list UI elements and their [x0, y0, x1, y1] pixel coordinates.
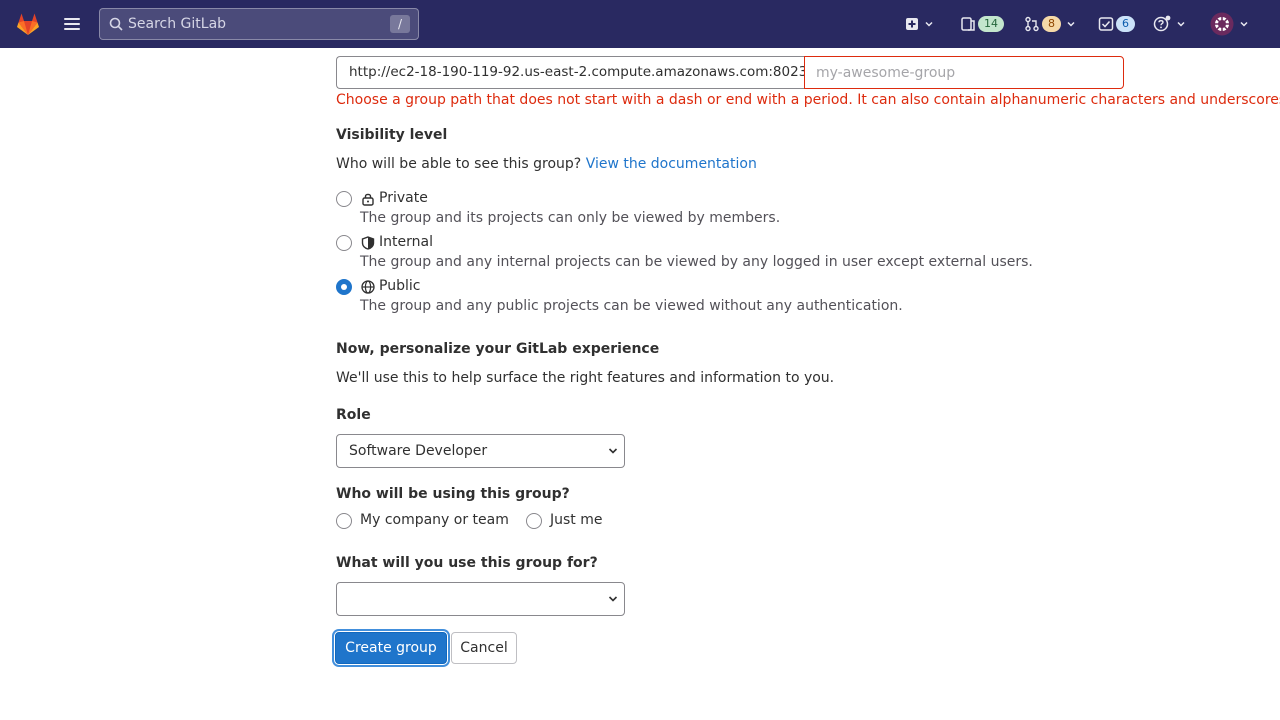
- plus-square-icon: [906, 18, 918, 30]
- avatar: [1210, 12, 1234, 36]
- group-path-error: Choose a group path that does not start …: [336, 92, 1280, 108]
- chevron-down-icon: [608, 596, 618, 602]
- usage-company-radio[interactable]: [336, 513, 352, 529]
- visibility-public-label: Public: [379, 278, 421, 294]
- visibility-public-description: The group and any public projects can be…: [360, 298, 903, 314]
- visibility-question-text: Who will be able to see this group?: [336, 156, 582, 172]
- purpose-label: What will you use this group for?: [336, 555, 598, 571]
- issues-count-badge: 14: [978, 16, 1004, 32]
- search-icon: [109, 17, 123, 31]
- view-documentation-link[interactable]: View the documentation: [586, 156, 757, 172]
- merge-request-icon: [1025, 16, 1039, 32]
- search-placeholder: Search GitLab: [128, 16, 227, 32]
- help-icon: [1153, 15, 1171, 32]
- top-navbar: Search GitLab / 14 8 6: [0, 0, 1280, 48]
- chevron-down-icon: [1067, 21, 1075, 27]
- merge-requests-nav[interactable]: 8: [1024, 12, 1076, 36]
- lock-icon: [362, 193, 374, 206]
- merge-requests-count-badge: 8: [1042, 16, 1061, 32]
- visibility-private-description: The group and its projects can only be v…: [360, 210, 781, 226]
- usage-question-label: Who will be using this group?: [336, 486, 570, 502]
- visibility-internal-radio[interactable]: [336, 235, 352, 251]
- group-url-prefix: http://ec2-18-190-119-92.us-east-2.compu…: [336, 56, 812, 89]
- visibility-question: Who will be able to see this group? View…: [336, 156, 757, 172]
- menu-icon[interactable]: [62, 14, 82, 34]
- chevron-down-icon: [608, 448, 618, 454]
- role-label: Role: [336, 407, 371, 423]
- usage-just-me-radio[interactable]: [526, 513, 542, 529]
- user-menu-dropdown[interactable]: [1210, 12, 1249, 36]
- search-shortcut-key: /: [390, 15, 410, 33]
- search-input[interactable]: Search GitLab /: [99, 8, 419, 40]
- visibility-public-radio[interactable]: [336, 279, 352, 295]
- chevron-down-icon: [1240, 21, 1248, 27]
- new-item-dropdown[interactable]: [905, 12, 934, 36]
- todo-checkbox-icon: [1098, 17, 1114, 31]
- issues-nav[interactable]: 14: [960, 12, 1004, 36]
- visibility-private-label: Private: [379, 190, 428, 206]
- globe-icon: [361, 280, 375, 294]
- visibility-private-radio[interactable]: [336, 191, 352, 207]
- role-select[interactable]: Software Developer: [336, 434, 625, 468]
- visibility-internal-label: Internal: [379, 234, 433, 250]
- usage-just-me-label: Just me: [550, 512, 603, 528]
- role-select-value: Software Developer: [349, 443, 488, 459]
- personalize-subtext: We'll use this to help surface the right…: [336, 370, 835, 386]
- todos-count-badge: 6: [1116, 16, 1135, 32]
- chevron-down-icon: [1177, 21, 1185, 27]
- gitlab-logo-icon[interactable]: [14, 10, 42, 38]
- issues-icon: [961, 17, 975, 31]
- purpose-select[interactable]: [336, 582, 625, 616]
- visibility-heading: Visibility level: [336, 127, 448, 143]
- cancel-button[interactable]: Cancel: [451, 632, 517, 664]
- chevron-down-icon: [925, 21, 933, 27]
- personalize-heading: Now, personalize your GitLab experience: [336, 341, 660, 357]
- group-path-input[interactable]: [804, 56, 1124, 89]
- create-group-button[interactable]: Create group: [335, 632, 447, 664]
- shield-icon: [361, 236, 375, 250]
- todos-nav[interactable]: 6: [1098, 12, 1135, 36]
- visibility-internal-description: The group and any internal projects can …: [360, 254, 1033, 270]
- usage-company-label: My company or team: [360, 512, 509, 528]
- help-dropdown[interactable]: [1153, 12, 1186, 36]
